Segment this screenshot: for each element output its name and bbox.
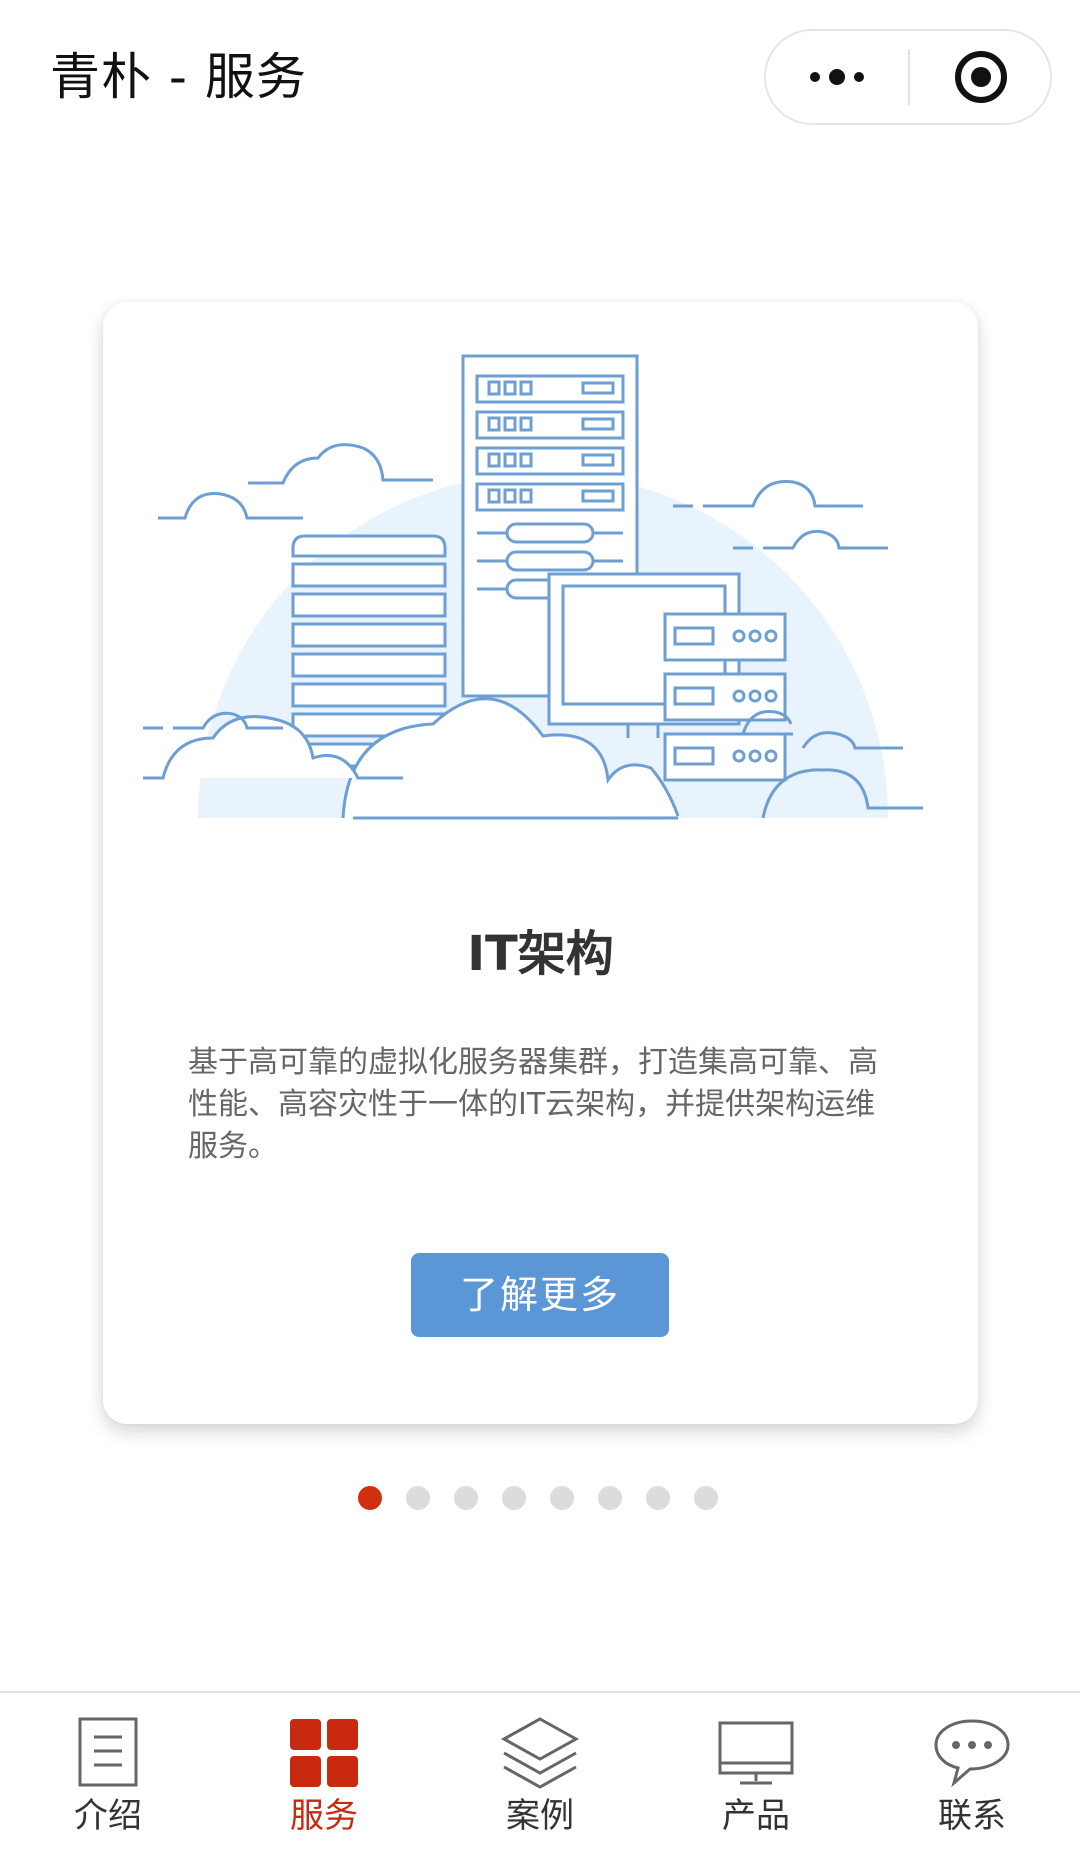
carousel-dot[interactable] — [694, 1486, 718, 1510]
carousel-dot-active[interactable] — [358, 1486, 382, 1510]
grid-icon — [290, 1719, 358, 1787]
card-description: 基于高可靠的虚拟化服务器集群，打造集高可靠、高性能、高容灾性于一体的IT云架构，… — [188, 1045, 878, 1164]
bottom-tab-bar: 介绍 服务 案例 产品 联系 — [0, 1691, 1080, 1853]
document-icon — [78, 1717, 138, 1787]
tab-label: 案例 — [506, 1796, 574, 1836]
mini-program-capsule — [764, 29, 1052, 125]
tab-label: 介绍 — [74, 1796, 142, 1836]
carousel-dot[interactable] — [598, 1486, 622, 1510]
tab-label: 服务 — [290, 1796, 358, 1836]
tab-products[interactable]: 产品 — [648, 1693, 864, 1853]
more-button[interactable] — [766, 31, 908, 123]
tab-label: 产品 — [722, 1796, 790, 1836]
monitor-icon — [718, 1721, 794, 1785]
learn-more-button[interactable]: 了解更多 — [411, 1253, 669, 1337]
close-button[interactable] — [910, 31, 1052, 123]
more-dots-icon — [810, 69, 864, 85]
carousel-indicator — [358, 1486, 728, 1512]
navigation-bar: 青朴 - 服务 — [0, 0, 1080, 160]
tab-cases[interactable]: 案例 — [432, 1693, 648, 1853]
card-title: IT架构 — [467, 926, 614, 982]
server-cloud-illustration — [143, 354, 923, 820]
target-circle-icon — [955, 51, 1007, 103]
carousel-dot[interactable] — [502, 1486, 526, 1510]
tab-services[interactable]: 服务 — [216, 1693, 432, 1853]
service-card[interactable]: IT架构 基于高可靠的虚拟化服务器集群，打造集高可靠、高性能、高容灾性于一体的I… — [103, 302, 978, 1424]
chat-bubble-icon — [934, 1719, 1010, 1788]
layers-icon — [500, 1717, 580, 1789]
carousel-dot[interactable] — [646, 1486, 670, 1510]
carousel-dot[interactable] — [454, 1486, 478, 1510]
carousel-dot[interactable] — [406, 1486, 430, 1510]
page-title: 青朴 - 服务 — [50, 48, 307, 106]
tab-label: 联系 — [938, 1796, 1006, 1836]
tab-contact[interactable]: 联系 — [864, 1693, 1080, 1853]
tab-intro[interactable]: 介绍 — [0, 1693, 216, 1853]
carousel-dot[interactable] — [550, 1486, 574, 1510]
page: 青朴 - 服务 IT架构 基于高可靠的虚拟化服务器集群，打造集高可靠、高性能、高… — [0, 0, 1080, 1853]
